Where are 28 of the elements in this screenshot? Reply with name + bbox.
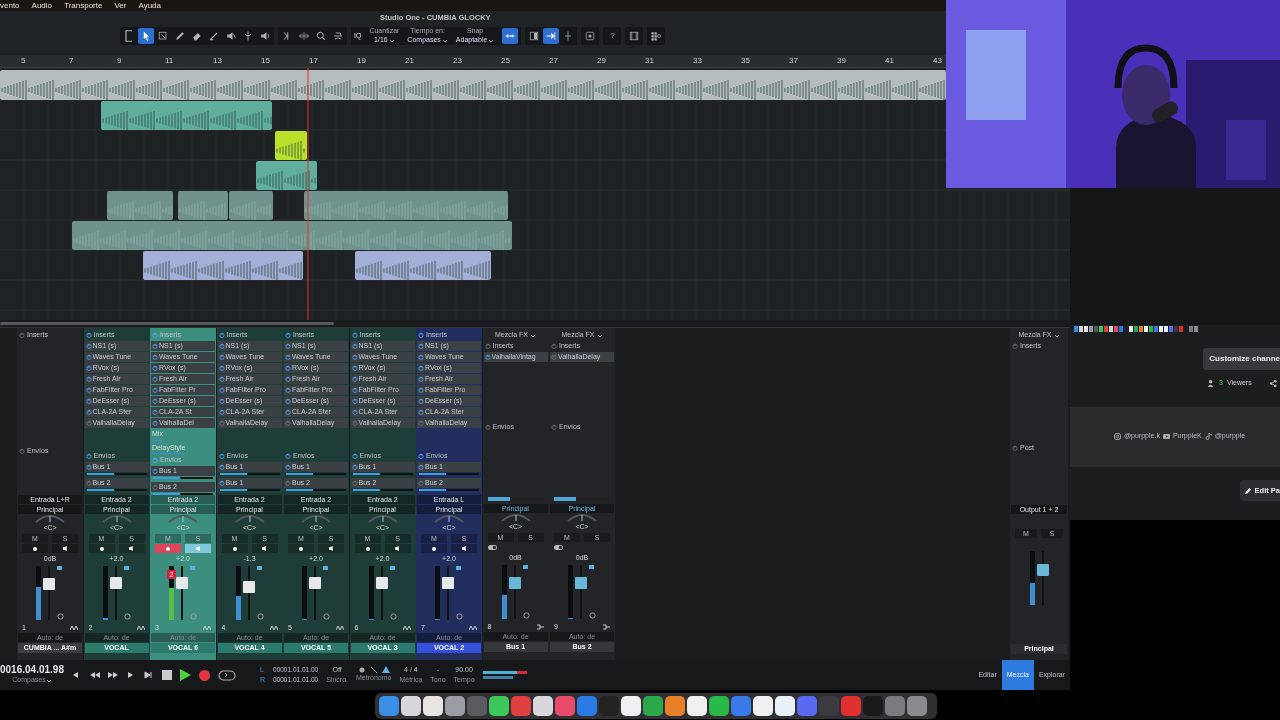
ruler-number: 29 [597,56,606,66]
ruler-number: 5 [21,56,26,66]
ruler-number: 39 [837,56,846,66]
ruler-number: 15 [261,56,270,66]
ruler-number: 9 [117,56,122,66]
help-button[interactable]: ? [604,28,621,44]
ruler-number: 31 [645,56,654,66]
ruler-number: 33 [693,56,702,66]
menu-item[interactable]: Ayuda [138,0,161,12]
ruler-number: 7 [69,56,74,66]
ruler-number: 21 [405,56,414,66]
menu-item[interactable]: vento [0,0,20,12]
ruler-number: 19 [357,56,366,66]
ruler-number: 43 [933,56,942,66]
ruler-number: 11 [165,56,174,66]
ruler-number: 27 [549,56,558,66]
ruler-number: 17 [309,56,318,66]
ruler-number: 41 [885,56,894,66]
time-display: 0016.04.01.98 [0,664,64,675]
ruler-number: 35 [741,56,750,66]
customize-button[interactable]: Customize channe [1203,348,1280,370]
menu-item[interactable]: Audio [31,0,53,12]
menu-item[interactable]: Transporte [64,0,103,12]
ruler-number: 23 [453,56,462,66]
ruler-number: 25 [501,56,510,66]
menu-item[interactable]: Ver [114,0,127,12]
ruler-number: 37 [789,56,798,66]
ruler-number: 13 [213,56,222,66]
